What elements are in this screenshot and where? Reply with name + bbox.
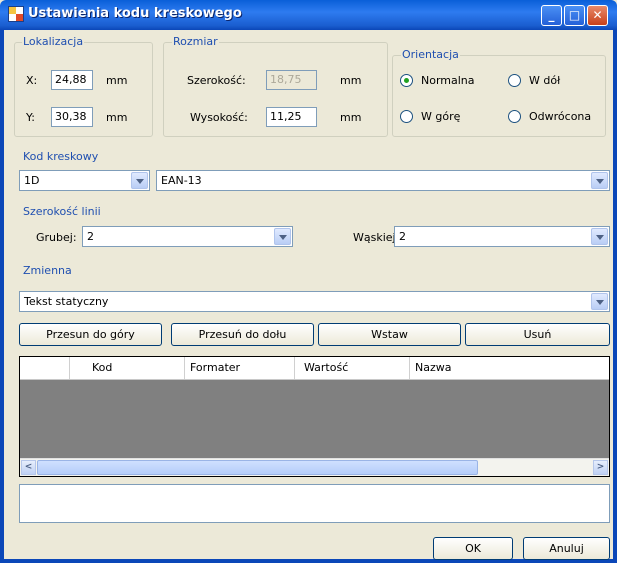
grubej-value: 2: [87, 230, 94, 243]
symbology-select[interactable]: EAN-13: [156, 170, 610, 191]
maximize-icon[interactable]: □: [564, 5, 585, 26]
column-header-nazwa[interactable]: Nazwa: [410, 357, 609, 379]
chevron-down-icon[interactable]: [591, 172, 608, 189]
waskiej-value: 2: [399, 230, 406, 243]
y-label: Y:: [26, 111, 35, 124]
radio-w-dol-label[interactable]: W dół: [529, 74, 560, 87]
height-unit: mm: [340, 111, 362, 124]
width-label: Szerokość:: [187, 74, 246, 87]
title-bar[interactable]: Ustawienia kodu kreskowego _ □ ✕: [0, 0, 617, 30]
table-header: Kod Formater Wartość Nazwa: [20, 357, 609, 380]
scroll-right-icon[interactable]: >: [593, 460, 608, 475]
cancel-button[interactable]: Anuluj: [523, 537, 610, 560]
variable-type-select[interactable]: Tekst statyczny: [19, 291, 610, 312]
y-unit: mm: [106, 111, 128, 124]
height-input[interactable]: 11,25: [266, 107, 317, 127]
barcode-type-value: 1D: [24, 174, 40, 187]
x-label: X:: [26, 74, 38, 87]
symbology-value: EAN-13: [161, 174, 202, 187]
orientacja-label: Orientacja: [401, 48, 460, 61]
radio-normalna-label[interactable]: Normalna: [421, 74, 475, 87]
horizontal-scrollbar[interactable]: < >: [20, 458, 609, 476]
column-header-formater[interactable]: Formater: [185, 357, 295, 379]
column-header-kod[interactable]: Kod: [70, 357, 185, 379]
lokalizacja-label: Lokalizacja: [22, 35, 85, 48]
radio-w-dol[interactable]: [508, 74, 521, 87]
zmienna-label: Zmienna: [22, 264, 73, 277]
x-input[interactable]: 24,88: [51, 70, 93, 90]
minimize-icon[interactable]: _: [541, 5, 562, 26]
chevron-down-icon[interactable]: [274, 228, 291, 245]
move-up-button[interactable]: Przesun do góry: [19, 323, 162, 346]
ok-button[interactable]: OK: [433, 537, 513, 560]
close-icon[interactable]: ✕: [587, 5, 608, 26]
window-frame-left: [0, 30, 4, 563]
scrollbar-thumb[interactable]: [37, 460, 478, 475]
x-unit: mm: [106, 74, 128, 87]
description-textarea[interactable]: [19, 484, 610, 523]
scroll-left-icon[interactable]: <: [21, 460, 36, 475]
grubej-select[interactable]: 2: [82, 226, 293, 247]
width-unit: mm: [340, 74, 362, 87]
radio-odwrocona[interactable]: [508, 110, 521, 123]
width-input[interactable]: 18,75: [266, 70, 317, 90]
waskiej-label: Wąskiej: [353, 231, 396, 244]
chevron-down-icon[interactable]: [591, 228, 608, 245]
variables-table[interactable]: Kod Formater Wartość Nazwa < >: [19, 356, 610, 477]
chevron-down-icon[interactable]: [591, 293, 608, 310]
window-title: Ustawienia kodu kreskowego: [28, 6, 242, 21]
move-down-button[interactable]: Przesuń do dołu: [171, 323, 314, 346]
column-header-wartosc[interactable]: Wartość: [295, 357, 410, 379]
dialog-window: Ustawienia kodu kreskowego _ □ ✕ Lokaliz…: [0, 0, 617, 563]
variable-type-value: Tekst statyczny: [24, 295, 109, 308]
app-icon: [8, 6, 24, 22]
y-input[interactable]: 30,38: [51, 107, 93, 127]
waskiej-select[interactable]: 2: [394, 226, 610, 247]
delete-button[interactable]: Usuń: [465, 323, 610, 346]
kod-kreskowy-label: Kod kreskowy: [22, 150, 100, 163]
row-header-column: [20, 357, 70, 379]
radio-w-gore[interactable]: [400, 110, 413, 123]
radio-odwrocona-label[interactable]: Odwrócona: [529, 110, 591, 123]
grubej-label: Grubej:: [36, 231, 77, 244]
orientacja-group: [392, 55, 606, 137]
rozmiar-label: Rozmiar: [172, 35, 219, 48]
szerokosc-linii-label: Szerokość linii: [22, 205, 102, 218]
height-label: Wysokość:: [190, 111, 248, 124]
insert-button[interactable]: Wstaw: [318, 323, 461, 346]
radio-w-gore-label[interactable]: W górę: [421, 110, 460, 123]
chevron-down-icon[interactable]: [131, 172, 148, 189]
barcode-type-select[interactable]: 1D: [19, 170, 150, 191]
window-frame-right: [613, 30, 617, 563]
radio-normalna[interactable]: [400, 74, 413, 87]
